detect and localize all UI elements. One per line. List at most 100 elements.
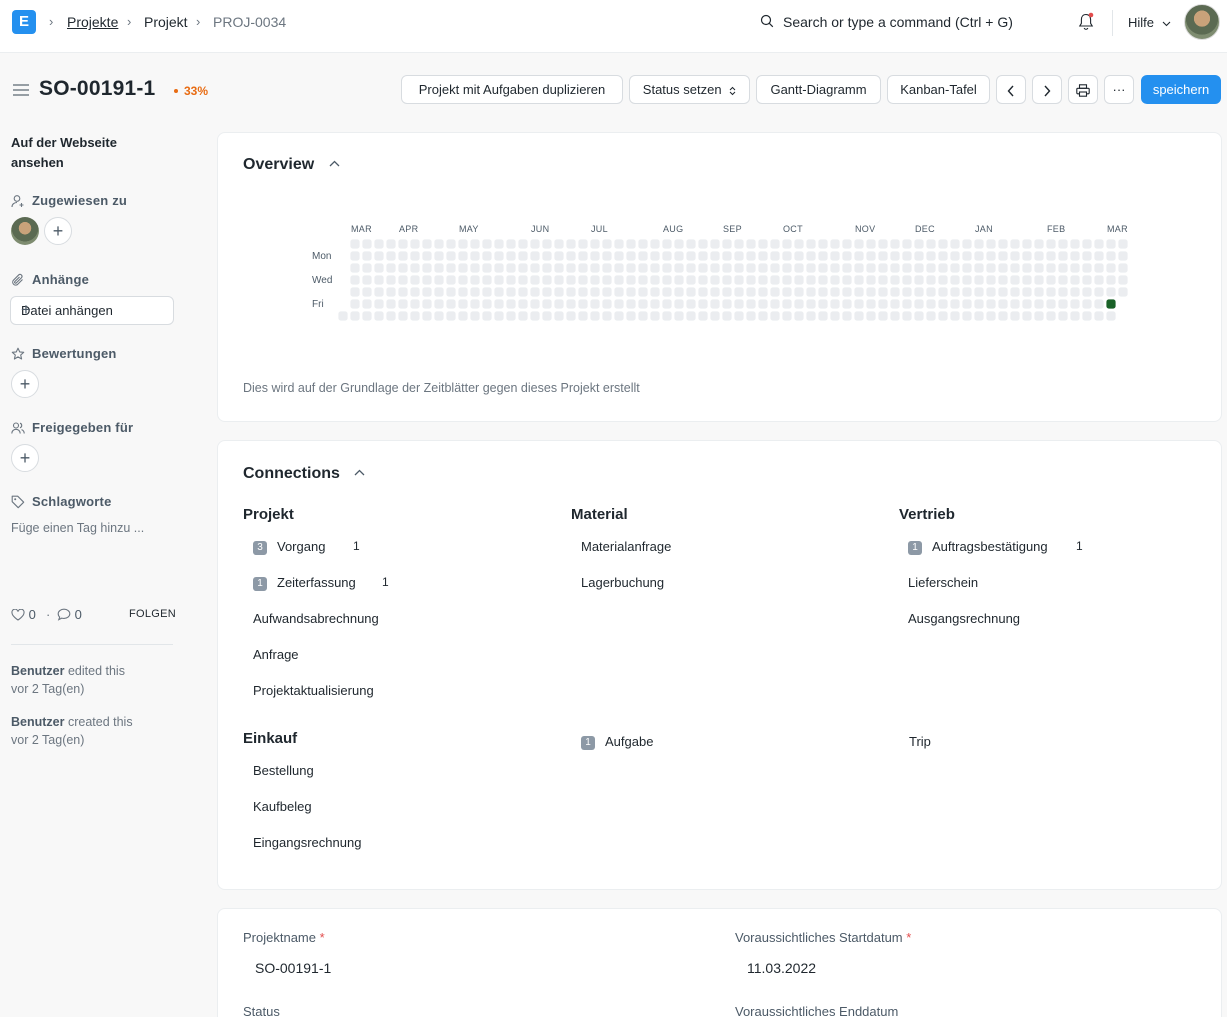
heatmap-cell bbox=[446, 299, 456, 309]
heatmap-cell bbox=[542, 251, 552, 261]
heatmap-cell bbox=[410, 275, 420, 285]
heatmap-cell bbox=[1046, 239, 1056, 249]
heatmap-cell bbox=[938, 287, 948, 297]
heatmap-cell bbox=[1106, 239, 1116, 249]
heatmap-cell bbox=[578, 311, 588, 321]
heatmap-cell bbox=[1070, 287, 1080, 297]
heatmap-cell bbox=[398, 251, 408, 261]
heatmap-cell bbox=[734, 287, 744, 297]
heatmap-cell bbox=[338, 311, 348, 321]
heatmap-cell bbox=[962, 251, 972, 261]
heatmap-cell bbox=[890, 299, 900, 309]
heatmap-cell bbox=[818, 263, 828, 273]
heatmap-cell bbox=[902, 299, 912, 309]
connection-anfrage[interactable]: Anfrage bbox=[253, 647, 299, 662]
project-name-field[interactable]: SO-00191-1 bbox=[255, 960, 331, 976]
heatmap-cell bbox=[458, 263, 468, 273]
heatmap-cell bbox=[734, 263, 744, 273]
connection-auftragsbestaetigung[interactable]: 1 Auftragsbestätigung bbox=[908, 539, 1048, 556]
heatmap-cell bbox=[686, 239, 696, 249]
heatmap-cell bbox=[410, 299, 420, 309]
connection-eingangsrechnung[interactable]: Eingangsrechnung bbox=[253, 835, 361, 850]
connections-title[interactable]: Connections bbox=[243, 465, 365, 483]
heatmap-cell bbox=[878, 275, 888, 285]
heatmap-cell bbox=[566, 275, 576, 285]
heatmap-cell bbox=[926, 251, 936, 261]
heatmap-cell bbox=[662, 311, 672, 321]
heatmap-cell bbox=[614, 299, 624, 309]
heatmap-cell bbox=[1070, 263, 1080, 273]
heatmap-cell bbox=[854, 251, 864, 261]
heatmap-cell bbox=[638, 239, 648, 249]
heatmap-cell bbox=[854, 239, 864, 249]
heatmap-cell bbox=[434, 275, 444, 285]
heatmap-cell bbox=[782, 263, 792, 273]
heatmap-cell bbox=[830, 287, 840, 297]
add-tag-input[interactable]: Füge einen Tag hinzu ... bbox=[11, 521, 144, 535]
heatmap-cell bbox=[494, 287, 504, 297]
heatmap-cell bbox=[1082, 299, 1092, 309]
heatmap-cell bbox=[938, 251, 948, 261]
heatmap-cell bbox=[758, 311, 768, 321]
heatmap-cell bbox=[746, 287, 756, 297]
connection-aufgabe[interactable]: 1 Aufgabe bbox=[581, 734, 653, 751]
add-share-button[interactable]: + bbox=[11, 444, 39, 472]
connection-aufwandsabrechnung[interactable]: Aufwandsabrechnung bbox=[253, 611, 379, 626]
heatmap-cell bbox=[1046, 275, 1056, 285]
heatmap-cell bbox=[458, 299, 468, 309]
heatmap-cell bbox=[554, 239, 564, 249]
heatmap-cell bbox=[854, 263, 864, 273]
like-count[interactable]: 0 bbox=[11, 607, 36, 622]
heatmap-cell bbox=[1010, 275, 1020, 285]
heatmap-cell bbox=[446, 287, 456, 297]
heatmap-cell bbox=[530, 263, 540, 273]
heatmap-cell bbox=[650, 275, 660, 285]
start-date-field[interactable]: 11.03.2022 bbox=[747, 960, 816, 976]
connection-trip[interactable]: Trip bbox=[909, 734, 931, 749]
heatmap-cell bbox=[422, 311, 432, 321]
heatmap-cell bbox=[386, 263, 396, 273]
heatmap-cell bbox=[350, 263, 360, 273]
heatmap-cell bbox=[974, 239, 984, 249]
heatmap-cell bbox=[962, 275, 972, 285]
comment-count[interactable]: 0 bbox=[57, 607, 82, 622]
heatmap-cell bbox=[686, 287, 696, 297]
heatmap-cell bbox=[626, 263, 636, 273]
connection-kaufbeleg[interactable]: Kaufbeleg bbox=[253, 799, 312, 814]
heatmap-cell bbox=[434, 263, 444, 273]
heatmap-cell bbox=[818, 275, 828, 285]
heatmap-cell bbox=[506, 299, 516, 309]
project-name-label: Projektname * bbox=[243, 930, 325, 945]
heatmap-cell bbox=[926, 311, 936, 321]
connection-projektaktualisierung[interactable]: Projektaktualisierung bbox=[253, 683, 374, 698]
connection-ausgangsrechnung[interactable]: Ausgangsrechnung bbox=[908, 611, 1020, 626]
heatmap-cell bbox=[746, 275, 756, 285]
heatmap-cell bbox=[806, 263, 816, 273]
heatmap-cell bbox=[986, 311, 996, 321]
heatmap-cell bbox=[578, 251, 588, 261]
heatmap-cell bbox=[962, 311, 972, 321]
heatmap-cell bbox=[998, 263, 1008, 273]
heatmap-cell bbox=[866, 275, 876, 285]
connection-lieferschein[interactable]: Lieferschein bbox=[908, 575, 978, 590]
follow-button[interactable]: FOLGEN bbox=[129, 608, 176, 620]
heatmap-cell bbox=[662, 275, 672, 285]
heatmap-cell bbox=[1082, 275, 1092, 285]
connection-lagerbuchung[interactable]: Lagerbuchung bbox=[581, 575, 664, 590]
connection-bestellung[interactable]: Bestellung bbox=[253, 763, 314, 778]
end-date-label: Voraussichtliches Enddatum bbox=[735, 1004, 899, 1017]
heatmap-cell bbox=[1094, 287, 1104, 297]
heatmap-cell bbox=[1022, 251, 1032, 261]
connection-zeiterfassung[interactable]: 1 Zeiterfassung bbox=[253, 575, 356, 592]
heatmap-cell bbox=[554, 299, 564, 309]
connection-vorgang[interactable]: 3 Vorgang bbox=[253, 539, 325, 556]
heatmap-cell bbox=[386, 311, 396, 321]
heatmap-cell bbox=[1082, 311, 1092, 321]
heatmap-cell bbox=[1022, 275, 1032, 285]
heatmap-cell bbox=[818, 311, 828, 321]
heatmap-cell bbox=[638, 299, 648, 309]
heatmap-cell bbox=[746, 299, 756, 309]
heatmap-cell bbox=[1106, 263, 1116, 273]
heatmap-cell bbox=[494, 299, 504, 309]
connection-materialanfrage[interactable]: Materialanfrage bbox=[581, 539, 671, 554]
